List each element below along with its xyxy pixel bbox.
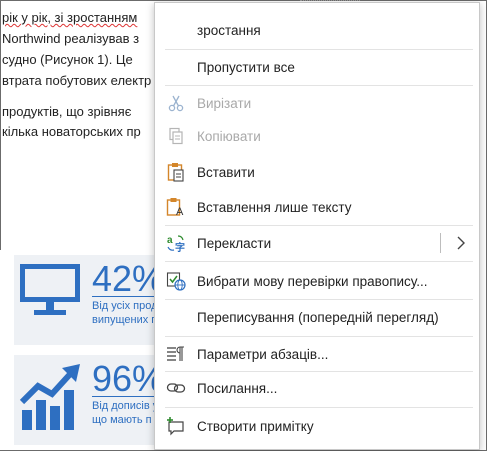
translate-item[interactable]: a 字 Перекласти	[155, 226, 479, 260]
paragraph-icon	[165, 343, 187, 365]
chevron-right-icon[interactable]	[453, 235, 469, 251]
paste-label: Вставити	[197, 164, 255, 180]
ignore-all-item[interactable]: Пропустити все	[155, 50, 479, 84]
document-text-line-6[interactable]: кілька новаторських пр	[2, 124, 141, 139]
document-text-line-2[interactable]: Northwind реалізував з	[2, 31, 139, 46]
new-comment-icon	[165, 415, 187, 437]
paragraph-options-label: Параметри абзаців...	[197, 346, 329, 362]
stat-1-rule	[92, 296, 154, 297]
rewrite-preview-label: Переписування (попередній перегляд)	[197, 309, 439, 325]
spelling-suggestion-label: зростання	[197, 22, 261, 38]
cut-item[interactable]: Вирізати	[155, 86, 479, 120]
ignore-all-label: Пропустити все	[197, 59, 295, 75]
paragraph-options-item[interactable]: Параметри абзаців...	[155, 337, 479, 371]
stat-1-desc-line-2: випущених п	[92, 314, 158, 326]
document-text-line-5[interactable]: продуктів, що зрівняє	[2, 104, 131, 119]
document-text-line-3[interactable]: судно (Рисунок 1). Це	[2, 52, 133, 67]
new-comment-item[interactable]: Створити примітку	[155, 409, 479, 443]
svg-text:a: a	[167, 235, 173, 246]
menu-separator	[165, 261, 473, 262]
monitor-icon	[20, 264, 80, 315]
set-proofing-language-label: Вибрати мову перевірки правопису...	[197, 273, 428, 289]
link-item[interactable]: Посилання...	[155, 371, 479, 405]
context-menu: зростання Пропустити все Вирізати Копіюв…	[154, 2, 480, 450]
cut-label: Вирізати	[197, 95, 252, 111]
infographic: 42% Від усіх прод випущених п 96% Від до…	[0, 250, 164, 450]
link-label: Посилання...	[197, 380, 278, 396]
svg-text:字: 字	[175, 241, 185, 253]
copy-item[interactable]: Копіювати	[155, 119, 479, 153]
copy-icon	[165, 125, 187, 147]
stat-2-desc-line-2: що мають п	[92, 414, 152, 426]
set-proofing-language-item[interactable]: Вибрати мову перевірки правопису...	[155, 264, 479, 298]
doc-line-1-text[interactable]: рік у рік, зі зростанням	[2, 10, 137, 25]
menu-separator	[165, 407, 473, 408]
paste-text-only-item[interactable]: A Вставлення лише тексту	[155, 190, 479, 224]
spelling-suggestion-item[interactable]: зростання	[155, 13, 479, 47]
paste-item[interactable]: Вставити	[155, 155, 479, 189]
paste-text-only-icon: A	[165, 196, 187, 218]
proofing-language-icon	[165, 270, 187, 292]
growth-chart-icon	[19, 364, 80, 430]
stat-1-desc-line-1: Від усіх прод	[92, 300, 158, 312]
svg-text:A: A	[176, 206, 184, 217]
translate-icon: a 字	[165, 232, 187, 254]
submenu-divider	[440, 233, 441, 253]
clipboard-paste-icon	[165, 161, 187, 183]
document-text-line-1[interactable]: рік у рік, зі зростанням	[2, 10, 137, 25]
new-comment-label: Створити примітку	[197, 418, 314, 434]
rewrite-preview-item[interactable]: Переписування (попередній перегляд)	[155, 300, 479, 334]
stat-2-rule	[92, 396, 154, 397]
copy-label: Копіювати	[197, 128, 261, 144]
document-text-line-4[interactable]: втрата побутових електр	[2, 73, 151, 88]
scissors-icon	[165, 92, 187, 114]
translate-label: Перекласти	[197, 235, 272, 251]
stat-2-desc-line-1: Від дописів у	[92, 400, 159, 412]
link-icon	[165, 377, 187, 399]
paste-text-only-label: Вставлення лише тексту	[197, 199, 352, 215]
